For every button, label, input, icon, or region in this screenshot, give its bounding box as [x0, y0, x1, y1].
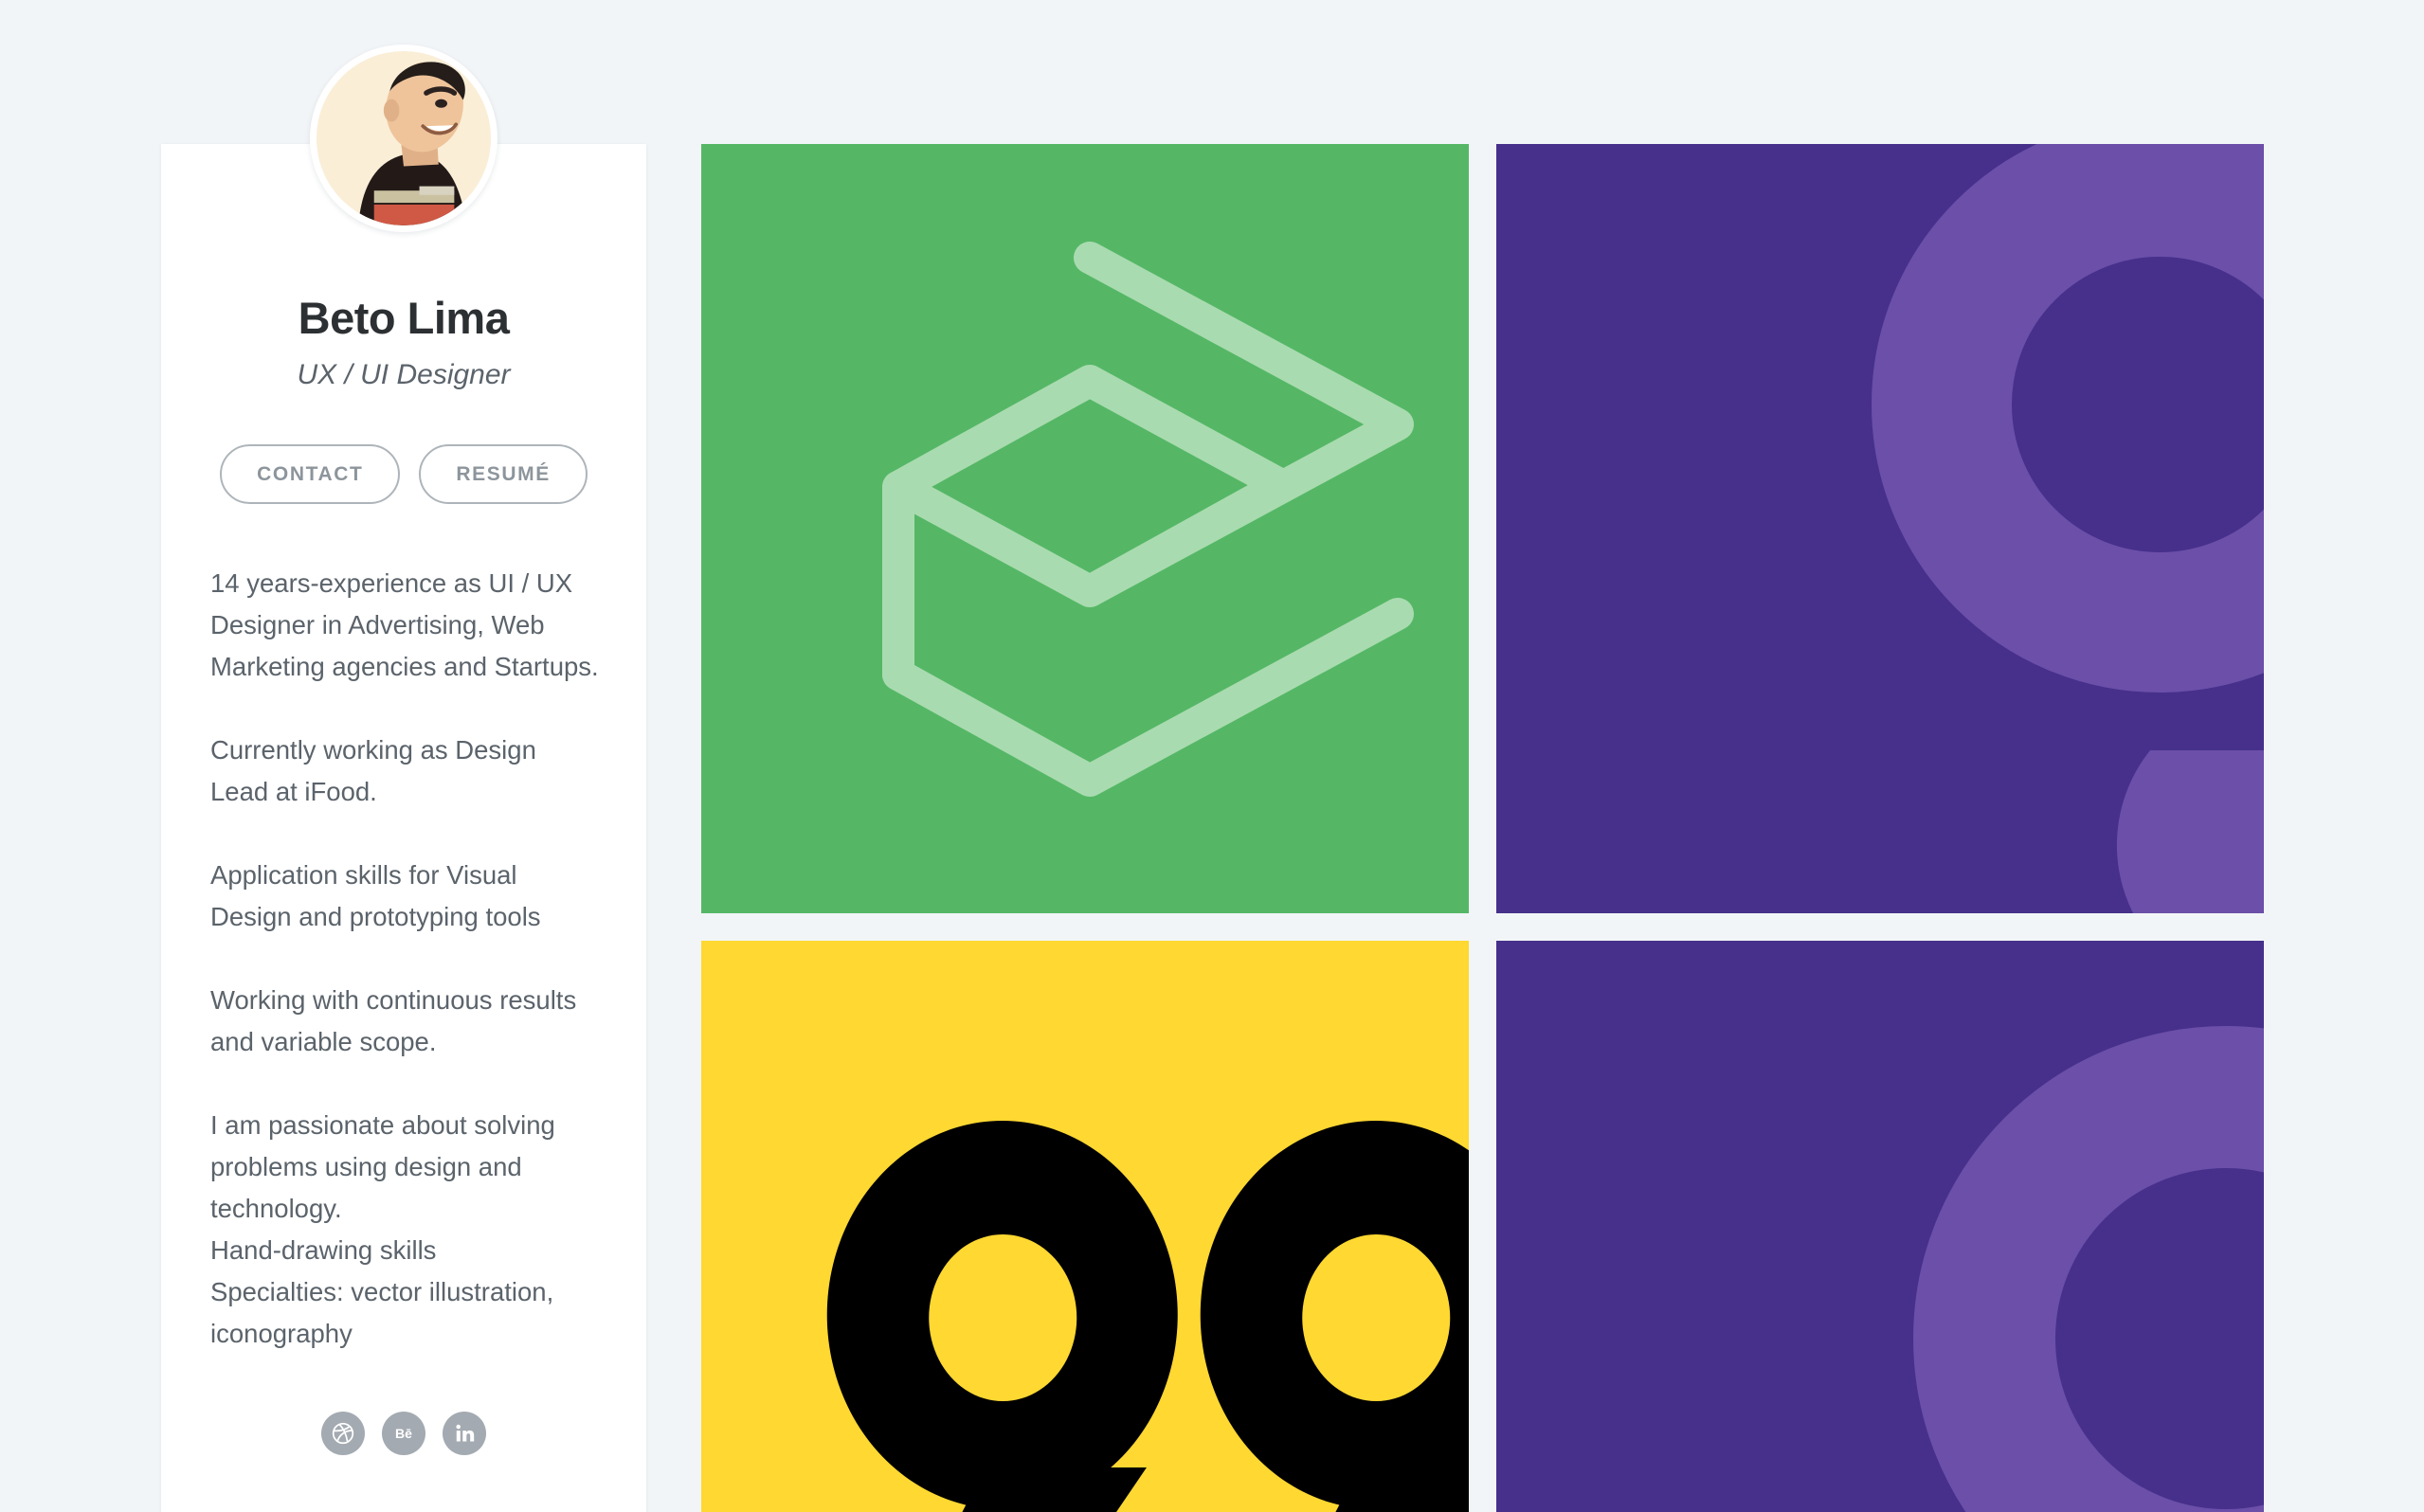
bio-paragraph: Working with continuous results and vari… — [210, 985, 577, 1056]
contact-button[interactable]: CONTACT — [220, 444, 401, 504]
bio-paragraph: I am passionate about solving problems u… — [210, 1110, 555, 1223]
bio-paragraph: Application skills for Visual Design and… — [210, 860, 541, 931]
profile-bio: 14 years-experience as UI / UX Designer … — [161, 563, 646, 1355]
bio-paragraph: Specialties: vector illustration, iconog… — [210, 1277, 554, 1348]
profile-card: Beto Lima UX / UI Designer CONTACT RESUM… — [161, 45, 646, 1512]
resume-button[interactable]: RESUMÉ — [419, 444, 588, 504]
gallery-tile-cube[interactable] — [701, 144, 1469, 913]
work-gallery — [701, 144, 2424, 1512]
gallery-tile-ring-bar[interactable] — [1496, 144, 2264, 913]
dribbble-icon[interactable] — [321, 1412, 365, 1455]
bio-paragraph: 14 years-experience as UI / UX Designer … — [210, 568, 599, 681]
gallery-tile-99[interactable] — [701, 941, 1469, 1512]
page-title: Beto Lima — [298, 293, 510, 343]
bio-paragraph: Hand-drawing skills — [210, 1235, 437, 1265]
bio-paragraph: Currently working as Design Lead at iFoo… — [210, 735, 536, 806]
linkedin-icon[interactable] — [443, 1412, 486, 1455]
gallery-tile-ring[interactable] — [1496, 941, 2264, 1512]
avatar-photo — [317, 51, 491, 225]
social-links: Bē — [321, 1412, 486, 1455]
portfolio-page: Beto Lima UX / UI Designer CONTACT RESUM… — [0, 0, 2424, 1512]
svg-text:Bē: Bē — [395, 1426, 412, 1441]
behance-icon[interactable]: Bē — [382, 1412, 425, 1455]
avatar — [310, 45, 497, 232]
profile-actions: CONTACT RESUMÉ — [220, 444, 588, 504]
profile-role: UX / UI Designer — [297, 359, 511, 390]
